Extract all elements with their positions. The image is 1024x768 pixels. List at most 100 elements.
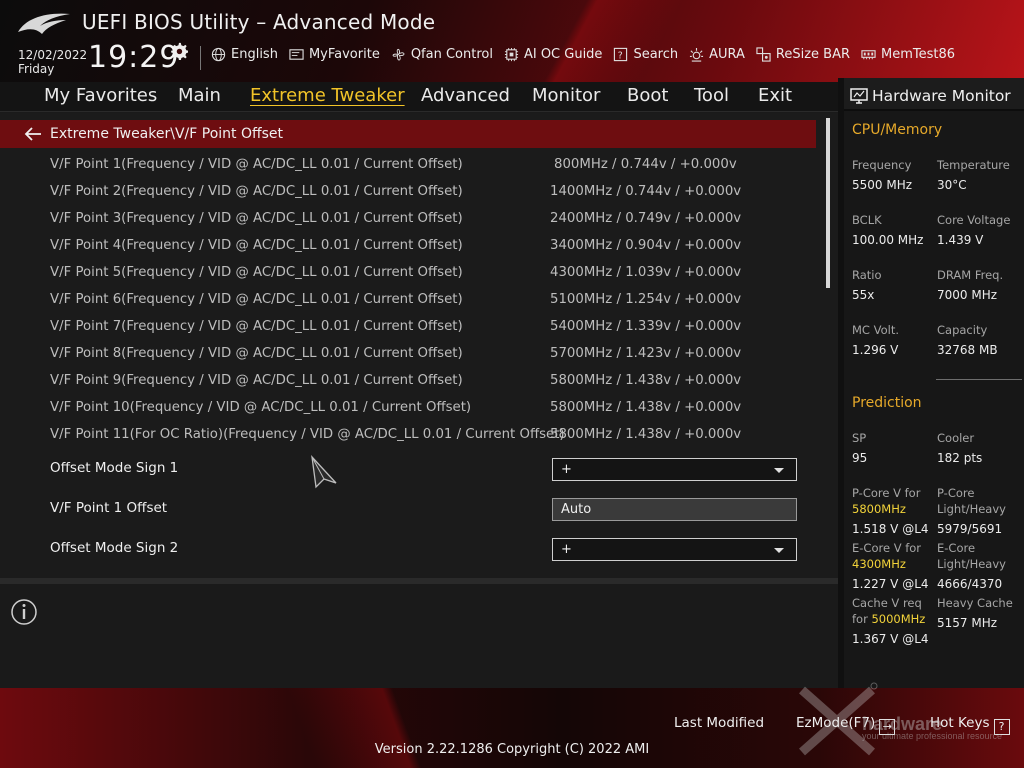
app-title: UEFI BIOS Utility – Advanced Mode — [82, 10, 436, 34]
vf-point-row[interactable]: V/F Point 9(Frequency / VID @ AC/DC_LL 0… — [0, 368, 816, 395]
capacity-label: Capacity — [937, 323, 988, 337]
capacity-value: 32768 MB — [937, 343, 998, 357]
core-voltage-label: Core Voltage — [937, 213, 1011, 227]
tool-label: ReSize BAR — [775, 47, 851, 62]
vf-point-value: 5800MHz / 1.438v / +0.000v — [550, 400, 742, 415]
tool-qfan-control[interactable]: Qfan Control — [390, 47, 493, 62]
bclk-label: BCLK — [852, 213, 882, 227]
tool-label: MyFavorite — [308, 47, 380, 62]
globe-icon — [211, 47, 226, 62]
pcore-lh-label-1: P-Core — [937, 486, 975, 500]
vf-point-value: 2400MHz / 0.749v / +0.000v — [550, 211, 742, 226]
ecore-v-freq: 4300MHz — [852, 557, 906, 571]
tab-extreme-tweaker[interactable]: Extreme Tweaker — [250, 85, 405, 106]
dram-freq-label: DRAM Freq. — [937, 268, 1004, 282]
tool-label: MemTest86 — [881, 47, 956, 62]
tool-resize-bar[interactable]: ReSize BAR — [755, 47, 850, 62]
date-display: 12/02/2022 Friday — [18, 48, 87, 76]
tab-advanced[interactable]: Advanced — [421, 85, 510, 106]
tab-tool[interactable]: Tool — [694, 85, 729, 106]
vf-point-value: 800MHz / 0.744v / +0.000v — [554, 157, 737, 172]
breadcrumb-path: Extreme Tweaker\V/F Point Offset — [50, 126, 284, 142]
monitor-icon — [850, 88, 868, 104]
cache-v-for: for — [852, 612, 868, 626]
tab-exit[interactable]: Exit — [758, 85, 792, 106]
frequency-value: 5500 MHz — [852, 178, 913, 192]
vf-point-1-offset-input[interactable]: Auto — [552, 498, 797, 521]
resize-bar-icon — [756, 47, 771, 62]
vf-point-label: V/F Point 10(Frequency / VID @ AC/DC_LL … — [50, 400, 472, 415]
tool-label: AI OC Guide — [523, 47, 603, 62]
svg-text:?: ? — [618, 50, 623, 61]
vf-point-value: 5100MHz / 1.254v / +0.000v — [550, 292, 742, 307]
core-voltage-value: 1.439 V — [937, 233, 984, 247]
tool-label: AURA — [709, 47, 745, 62]
tool-ai-oc-guide[interactable]: AI OC Guide — [503, 47, 602, 62]
vf-point-row[interactable]: V/F Point 2(Frequency / VID @ AC/DC_LL 0… — [0, 179, 816, 206]
vf-point-label: V/F Point 8(Frequency / VID @ AC/DC_LL 0… — [50, 346, 463, 361]
mouse-cursor-icon — [311, 455, 337, 489]
settings-panel: Extreme Tweaker\V/F Point Offset V/F Poi… — [0, 113, 838, 578]
offset-mode-sign-1-select[interactable]: + — [552, 458, 797, 481]
tab-boot[interactable]: Boot — [627, 85, 668, 106]
vf-point-row[interactable]: V/F Point 5(Frequency / VID @ AC/DC_LL 0… — [0, 260, 816, 287]
vf-point-row[interactable]: V/F Point 8(Frequency / VID @ AC/DC_LL 0… — [0, 341, 816, 368]
mc-volt-label: MC Volt. — [852, 323, 899, 337]
scrollbar-thumb[interactable] — [826, 118, 830, 288]
ecore-v-value: 1.227 V @L4 — [852, 577, 929, 591]
ecore-lh-value: 4666/4370 — [937, 577, 1003, 591]
vf-point-value: 5400MHz / 1.339v / +0.000v — [550, 319, 742, 334]
clock-display: 19:29 — [88, 40, 180, 75]
ecore-v-label: E-Core V for — [852, 541, 922, 555]
vf-point-value: 5800MHz / 1.438v / +0.000v — [550, 373, 742, 388]
back-arrow-icon[interactable] — [24, 127, 42, 141]
vf-point-1-offset-label: V/F Point 1 Offset — [50, 500, 168, 516]
offset-mode-sign-2-label: Offset Mode Sign 2 — [50, 540, 179, 556]
ratio-label: Ratio — [852, 268, 882, 282]
fan-icon — [392, 48, 405, 61]
tool-aura[interactable]: AURA — [688, 47, 745, 62]
tool-myfavorite[interactable]: MyFavorite — [288, 47, 380, 62]
vf-point-row[interactable]: V/F Point 3(Frequency / VID @ AC/DC_LL 0… — [0, 206, 816, 233]
ecore-lh-label-1: E-Core — [937, 541, 976, 555]
vf-point-value: 4300MHz / 1.039v / +0.000v — [550, 265, 742, 280]
chevron-down-icon — [774, 548, 784, 553]
cache-v-freq: 5000MHz — [871, 612, 926, 626]
offset-mode-sign-2-select[interactable]: + — [552, 538, 797, 561]
sp-label: SP — [852, 431, 867, 445]
vf-point-row[interactable]: V/F Point 11(For OC Ratio)(Frequency / V… — [0, 422, 816, 449]
watermark-subtext: your ultimate professional resource — [862, 731, 1003, 741]
input-value: Auto — [561, 502, 592, 517]
last-modified-button[interactable]: Last Modified — [674, 715, 764, 731]
tool-search[interactable]: ? Search — [612, 47, 678, 62]
cache-v-label-2: for 5000MHz — [852, 612, 925, 627]
tool-language[interactable]: English — [210, 47, 278, 62]
vf-point-row[interactable]: V/F Point 1(Frequency / VID @ AC/DC_LL 0… — [0, 152, 816, 179]
vf-point-label: V/F Point 6(Frequency / VID @ AC/DC_LL 0… — [50, 292, 463, 307]
select-value: + — [561, 542, 572, 557]
aura-icon — [690, 47, 704, 62]
vf-point-label: V/F Point 11(For OC Ratio)(Frequency / V… — [50, 427, 565, 442]
vf-point-row[interactable]: V/F Point 7(Frequency / VID @ AC/DC_LL 0… — [0, 314, 816, 341]
cache-v-label-1: Cache V req — [852, 596, 922, 610]
vf-point-row[interactable]: V/F Point 4(Frequency / VID @ AC/DC_LL 0… — [0, 233, 816, 260]
vf-point-value: 5800MHz / 1.438v / +0.000v — [550, 427, 742, 442]
ecore-lh-label-2: Light/Heavy — [937, 557, 1006, 571]
tool-memtest86[interactable]: MemTest86 — [860, 47, 955, 62]
temperature-label: Temperature — [937, 158, 1010, 172]
cooler-label: Cooler — [937, 431, 975, 445]
tab-my-favorites[interactable]: My Favorites — [44, 85, 157, 106]
tab-main[interactable]: Main — [178, 85, 221, 106]
breadcrumb[interactable]: Extreme Tweaker\V/F Point Offset — [0, 120, 816, 148]
pcore-v-label: P-Core V for — [852, 486, 921, 500]
vf-point-label: V/F Point 2(Frequency / VID @ AC/DC_LL 0… — [50, 184, 463, 199]
vf-point-row[interactable]: V/F Point 10(Frequency / VID @ AC/DC_LL … — [0, 395, 816, 422]
tab-monitor[interactable]: Monitor — [532, 85, 600, 106]
date-text: 12/02/2022 — [18, 48, 88, 62]
gear-icon[interactable] — [170, 42, 188, 60]
day-text: Friday — [18, 62, 55, 76]
tool-label: Qfan Control — [410, 47, 493, 62]
hardware-monitor-title: Hardware Monitor — [872, 87, 1011, 105]
vf-point-row[interactable]: V/F Point 6(Frequency / VID @ AC/DC_LL 0… — [0, 287, 816, 314]
rog-logo-icon — [18, 13, 70, 34]
